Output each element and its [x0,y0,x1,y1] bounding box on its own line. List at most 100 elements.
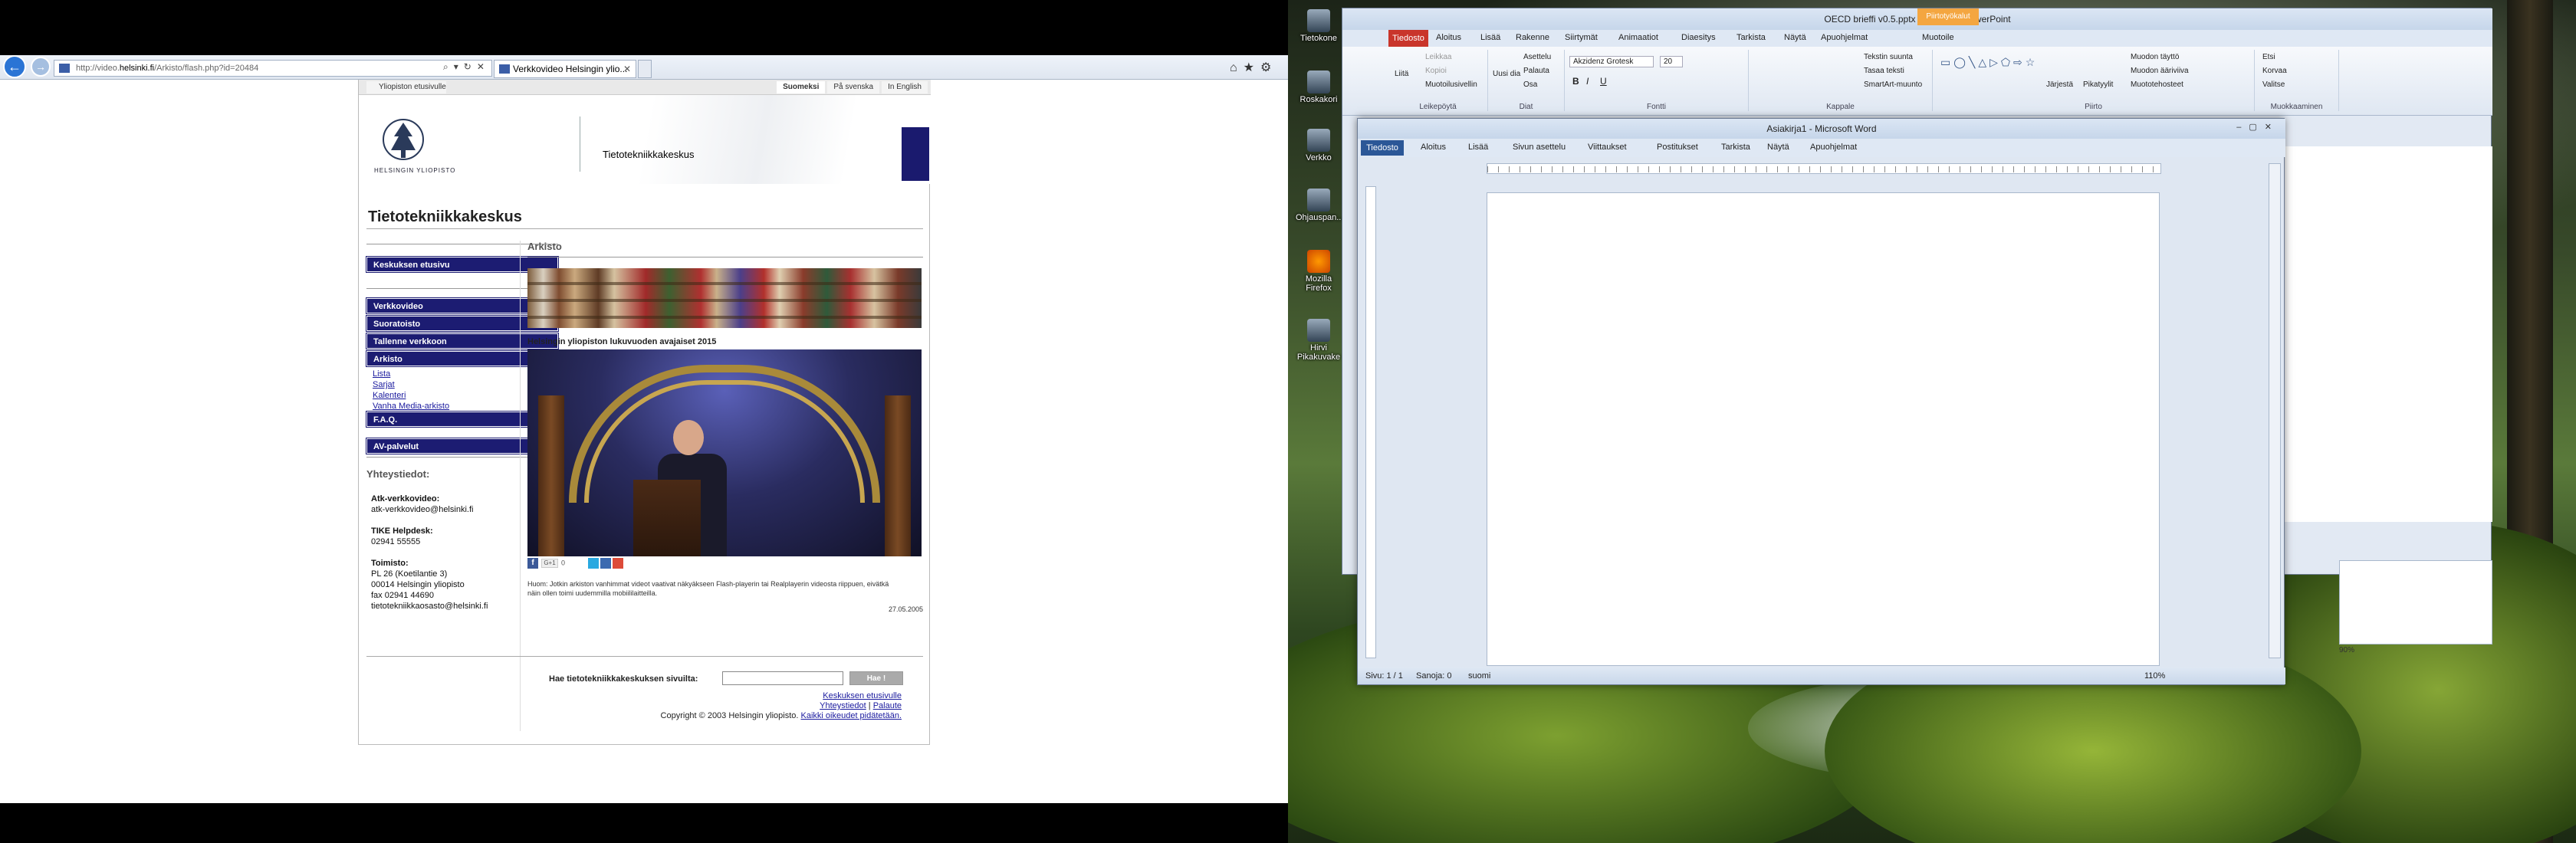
google-plus-count: 0 [561,559,566,567]
document-page[interactable] [1487,192,2160,666]
new-slide-button[interactable]: Uusi dia [1493,70,1520,78]
ppt-file-tab[interactable]: Tiedosto [1388,30,1428,47]
arrange-button[interactable]: Järjestä [2046,80,2073,89]
ppt-tab-tarkista[interactable]: Tarkista [1737,33,1766,42]
vertical-scrollbar[interactable] [2269,163,2281,658]
word-tab-sivun-asettelu[interactable]: Sivun asettelu [1513,143,1566,152]
status-page[interactable]: Sivu: 1 / 1 [1365,668,1403,684]
google-plus-button[interactable]: G+1 [541,559,558,568]
desktop-icon-control-panel[interactable]: Ohjauspan... [1296,189,1343,222]
ppt-notes-pane[interactable] [2339,560,2492,645]
ppt-ribbon: Liitä Leikkaa Kopioi Muotoilusivellin Le… [1342,47,2492,116]
bold-icon[interactable]: B [1572,76,1579,87]
vertical-ruler[interactable] [1365,186,1376,658]
ppt-group-label: Diat [1519,103,1533,111]
university-home-link[interactable]: Yliopiston etusivulle [366,81,446,93]
find-button[interactable]: Etsi [2262,53,2275,61]
search-button[interactable]: Hae ! [849,671,903,685]
select-button[interactable]: Valitse [2262,80,2285,89]
align-text-button[interactable]: Tasaa teksti [1864,67,1904,75]
format-painter-button[interactable]: Muotoilusivellin [1425,80,1477,89]
smartart-button[interactable]: SmartArt-muunto [1864,80,1922,89]
font-size-select[interactable]: 20 [1660,56,1683,67]
word-tab-lisaa[interactable]: Lisää [1468,143,1488,152]
forward-icon[interactable]: → [31,57,51,77]
cut-button[interactable]: Leikkaa [1425,53,1451,61]
desktop-icon-shortcut[interactable]: Hirvi Pikakuvake [1296,319,1342,362]
layout-button[interactable]: Asettelu [1523,53,1551,61]
ppt-tab-rakenne[interactable]: Rakenne [1516,33,1549,42]
footer-feedback-link[interactable]: Palaute [873,701,902,710]
ppt-group-drawing: ▭◯╲△▷⬠⇨☆ Järjestä Pikatyylit Muodon täyt… [1933,50,2255,111]
ppt-tab-apuohjelmat[interactable]: Apuohjelmat [1821,33,1868,42]
horizontal-ruler[interactable] [1487,163,2161,174]
site-top-bar: Yliopiston etusivulle Suomeksi På svenska… [359,80,931,95]
ppt-zoom[interactable]: 90% [2339,646,2354,654]
ppt-tab-nayta[interactable]: Näytä [1784,33,1806,42]
shape-effects-button[interactable]: Muototehosteet [2131,80,2183,89]
font-name-select[interactable]: Akzidenz Grotesk [1569,56,1654,67]
replace-button[interactable]: Korvaa [2262,67,2287,75]
footer-home-link[interactable]: Keskuksen etusivulle [823,691,902,700]
word-tab-apuohjelmat[interactable]: Apuohjelmat [1810,143,1857,152]
email-icon[interactable] [613,558,624,569]
ppt-tab-muotoile[interactable]: Muotoile [1922,33,1954,42]
desktop-icon-recycle-bin[interactable]: Roskakori [1296,71,1342,104]
lang-finnish[interactable]: Suomeksi [777,81,826,93]
status-words[interactable]: Sanoja: 0 [1416,668,1451,684]
word-tab-viittaukset[interactable]: Viittaukset [1588,143,1627,152]
word-status-bar: Sivu: 1 / 1 Sanoja: 0 suomi 110% [1358,668,2285,684]
delicious-icon[interactable] [600,558,612,569]
underline-icon[interactable]: U [1600,76,1607,87]
rights-link[interactable]: Kaikki oikeudet pidätetään. [801,711,902,720]
ppt-slide-canvas[interactable] [2278,146,2492,522]
twitter-icon[interactable] [588,558,600,569]
lang-swedish[interactable]: På svenska [827,81,880,93]
ppt-tab-siirtymat[interactable]: Siirtymät [1565,33,1598,42]
section-button[interactable]: Osa [1523,80,1537,89]
video-player[interactable] [527,349,922,556]
desktop-icon-firefox[interactable]: Mozilla Firefox [1296,250,1342,293]
refresh-icon[interactable]: ↻ [464,61,472,72]
copy-button[interactable]: Kopioi [1425,67,1447,75]
dropdown-icon[interactable]: ▾ [454,61,458,72]
tab-close-icon[interactable]: ✕ [623,61,631,77]
shape-outline-button[interactable]: Muodon ääriviiva [2131,67,2189,75]
paste-button[interactable]: Liitä [1395,70,1408,78]
status-language[interactable]: suomi [1468,668,1490,684]
word-window-buttons[interactable]: –▢✕ [2236,122,2279,132]
word-tab-tarkista[interactable]: Tarkista [1721,143,1750,152]
word-tab-postitukset[interactable]: Postitukset [1657,143,1698,152]
quick-styles-button[interactable]: Pikatyylit [2083,80,2113,89]
stop-icon[interactable]: ✕ [477,61,485,72]
search-icon[interactable]: ⌕ [443,61,449,72]
main-content: Arkisto Helsingin yliopiston lukuvuoden … [527,241,923,613]
footer-contact-link[interactable]: Yhteystiedot [820,701,866,710]
new-tab-button[interactable] [638,60,652,78]
ppt-ribbon-tabs: Aloitus Lisää Rakenne Siirtymät Animaati… [1342,30,2492,47]
text-direction-button[interactable]: Tekstin suunta [1864,53,1913,61]
shape-fill-button[interactable]: Muodon täyttö [2131,53,2179,61]
desktop-icon-network[interactable]: Verkko [1296,129,1342,162]
ppt-tab-lisaa[interactable]: Lisää [1480,33,1500,42]
italic-icon[interactable]: I [1586,76,1589,87]
shapes-gallery[interactable]: ▭◯╲△▷⬠⇨☆ [1940,56,2038,69]
facebook-icon[interactable]: f [527,558,538,569]
back-icon[interactable]: ← [3,55,26,78]
reset-button[interactable]: Palauta [1523,67,1549,75]
ppt-tab-diaesitys[interactable]: Diaesitys [1681,33,1716,42]
firefox-icon [1307,250,1330,273]
home-favorites-tools-icons[interactable]: ⌂★⚙ [1230,60,1277,75]
lang-english[interactable]: In English [882,81,928,93]
word-file-tab[interactable]: Tiedosto [1361,140,1404,156]
status-zoom[interactable]: 110% [2144,668,2165,684]
site-search-input[interactable] [722,671,843,685]
tab-verkkovideo[interactable]: Verkkovideo Helsingin ylio... ✕ [494,60,636,78]
address-bar[interactable]: http://video.helsinki.fi/Arkisto/flash.p… [54,60,492,77]
desktop-icon-computer[interactable]: Tietokone [1296,9,1342,43]
word-tab-nayta[interactable]: Näytä [1767,143,1789,152]
word-tab-aloitus[interactable]: Aloitus [1421,143,1446,152]
ppt-tab-animaatiot[interactable]: Animaatiot [1618,33,1658,42]
ppt-context-tab[interactable]: Piirtotyökalut [1917,8,1979,25]
ppt-tab-aloitus[interactable]: Aloitus [1436,33,1461,42]
